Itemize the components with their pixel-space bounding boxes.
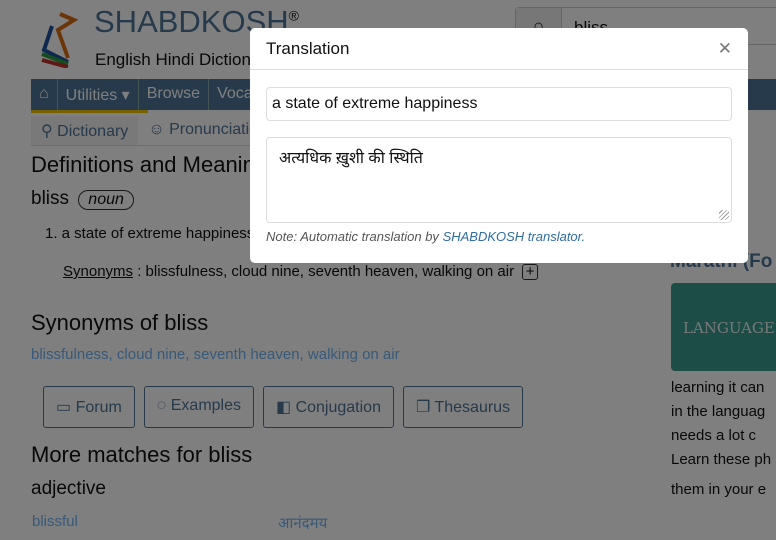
translation-textarea[interactable]: अत्यधिक ख़ुशी की स्थिति bbox=[266, 137, 732, 223]
source-text-field[interactable]: a state of extreme happiness bbox=[266, 87, 732, 121]
resize-handle[interactable] bbox=[719, 210, 729, 220]
modal-title: Translation bbox=[266, 38, 350, 58]
translator-link[interactable]: SHABDKOSH translator. bbox=[443, 229, 586, 244]
translation-modal: Translation ✕ a state of extreme happines… bbox=[250, 28, 748, 263]
translation-note: Note: Automatic translation by SHABDKOSH… bbox=[266, 229, 586, 244]
close-icon[interactable]: ✕ bbox=[718, 40, 732, 57]
